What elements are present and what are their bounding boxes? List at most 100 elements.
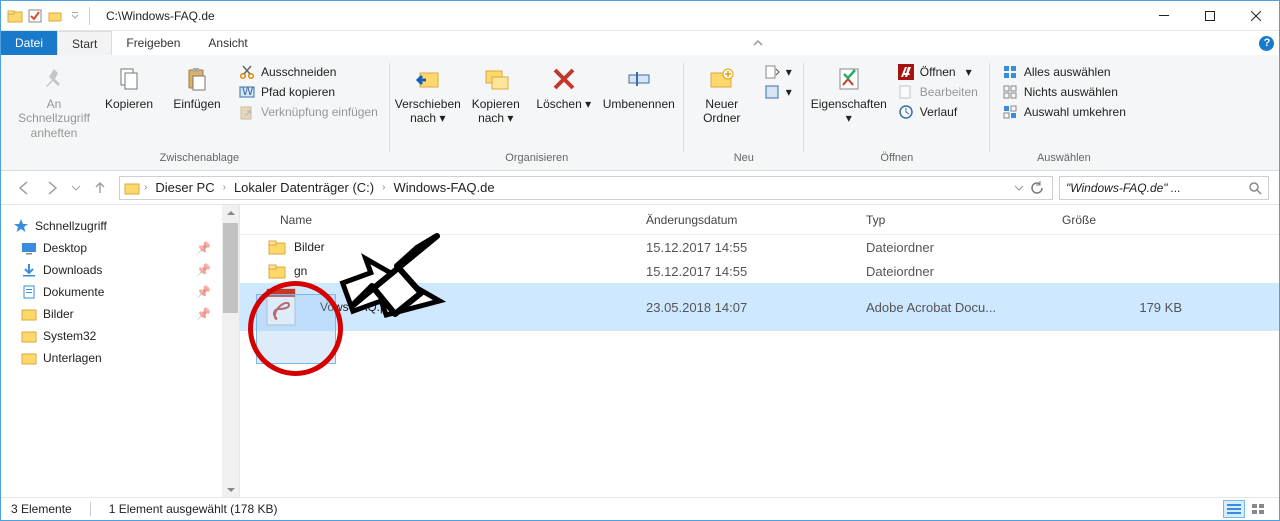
open-button[interactable]: Öffnen▾ <box>896 63 980 81</box>
pin-icon: 📌 <box>196 241 211 255</box>
newfolder-icon <box>706 63 738 95</box>
invert-selection-button[interactable]: Auswahl umkehren <box>1000 103 1128 121</box>
address-dropdown-icon[interactable] <box>1014 181 1024 195</box>
window-controls <box>1141 1 1279 31</box>
folder-icon <box>21 328 37 344</box>
details-view-button[interactable] <box>1223 500 1245 518</box>
delete-button[interactable]: Löschen ▾ <box>532 61 596 113</box>
cut-button[interactable]: Ausschneiden <box>237 63 380 81</box>
tab-start[interactable]: Start <box>57 31 112 55</box>
nav-desktop[interactable]: Desktop📌 <box>11 237 239 259</box>
col-size[interactable]: Größe <box>1052 213 1192 227</box>
copy-button[interactable]: Kopieren <box>97 61 161 113</box>
address-bar[interactable]: › Dieser PC › Lokaler Datenträger (C:) ›… <box>119 176 1053 200</box>
file-name: Bilder <box>294 240 325 254</box>
nav-unterlagen[interactable]: Unterlagen <box>11 347 239 369</box>
folder-small-icon[interactable] <box>47 8 63 24</box>
documents-icon <box>21 284 37 300</box>
nav-documents[interactable]: Dokumente📌 <box>11 281 239 303</box>
paste-button[interactable]: Einfügen <box>165 61 229 113</box>
qat-dropdown-icon[interactable] <box>67 8 83 24</box>
col-date[interactable]: Änderungsdatum <box>636 213 856 227</box>
group-clipboard: An Schnellzugriff anheften Kopieren Einf… <box>9 59 390 170</box>
properties-icon <box>833 63 865 95</box>
chevron-right-icon[interactable]: › <box>142 182 149 193</box>
copy-path-button[interactable]: WPfad kopieren <box>237 83 380 101</box>
search-input[interactable]: "Windows-FAQ.de" ... <box>1059 176 1269 200</box>
nav-arrows <box>11 179 113 197</box>
breadcrumb-item[interactable]: Dieser PC <box>151 180 218 195</box>
new-folder-button[interactable]: Neuer Ordner <box>690 61 754 128</box>
checkbox-icon[interactable] <box>27 8 43 24</box>
pin-icon: 📌 <box>196 285 211 299</box>
file-type: Dateiordner <box>856 240 1052 255</box>
copy-to-button[interactable]: Kopieren nach ▾ <box>464 61 528 128</box>
up-button[interactable] <box>91 179 109 197</box>
properties-button[interactable]: Eigenschaften ▾ <box>810 61 888 128</box>
select-all-button[interactable]: Alles auswählen <box>1000 63 1128 81</box>
ribbon-tabs: Datei Start Freigeben Ansicht ? <box>1 31 1279 55</box>
group-label-organize: Organisieren <box>505 150 568 168</box>
help-button[interactable]: ? <box>1255 31 1279 55</box>
edit-icon <box>898 84 914 100</box>
file-type: Dateiordner <box>856 264 1052 279</box>
history-button[interactable]: Verlauf <box>896 103 980 121</box>
refresh-button[interactable] <box>1030 181 1044 195</box>
easyaccess-icon <box>764 84 780 100</box>
copy-icon <box>113 63 145 95</box>
scrollbar-thumb[interactable] <box>223 223 238 313</box>
pin-quickaccess-button[interactable]: An Schnellzugriff anheften <box>15 61 93 142</box>
recent-dropdown[interactable] <box>71 179 81 197</box>
icons-view-button[interactable] <box>1247 500 1269 518</box>
file-size: 179 KB <box>1052 300 1192 315</box>
rename-button[interactable]: Umbenennen <box>600 61 678 113</box>
newitem-icon <box>764 64 780 80</box>
separator <box>89 7 90 25</box>
col-name[interactable]: Name <box>240 213 636 227</box>
group-new: Neuer Ordner ▾ ▾ Neu <box>684 59 804 170</box>
paste-shortcut-button[interactable]: Verknüpfung einfügen <box>237 103 380 121</box>
shortcut-icon <box>239 104 255 120</box>
star-icon <box>13 218 29 234</box>
address-bar-row: › Dieser PC › Lokaler Datenträger (C:) ›… <box>1 171 1279 205</box>
scissors-icon <box>239 64 255 80</box>
nav-pictures[interactable]: Bilder📌 <box>11 303 239 325</box>
file-row[interactable]: gn15.12.2017 14:55Dateiordner <box>240 259 1279 283</box>
tab-file[interactable]: Datei <box>1 31 57 55</box>
col-type[interactable]: Typ <box>856 213 1052 227</box>
group-open: Eigenschaften ▾ Öffnen▾ Bearbeiten Verla… <box>804 59 990 170</box>
forward-button[interactable] <box>43 179 61 197</box>
new-item-button[interactable]: ▾ <box>762 63 794 81</box>
column-headers: Name Änderungsdatum Typ Größe <box>240 205 1279 235</box>
move-to-button[interactable]: Verschieben nach ▾ <box>396 61 460 128</box>
quickaccess-header[interactable]: Schnellzugriff <box>11 215 239 237</box>
titlebar: C:\Windows-FAQ.de <box>1 1 1279 31</box>
file-row[interactable]: Bilder 15.12.2017 14:55Dateiordner <box>240 235 1279 259</box>
nav-scrollbar[interactable] <box>222 205 239 498</box>
tab-view[interactable]: Ansicht <box>194 31 261 55</box>
nav-downloads[interactable]: Downloads📌 <box>11 259 239 281</box>
breadcrumb-item[interactable]: Lokaler Datenträger (C:) <box>230 180 378 195</box>
close-button[interactable] <box>1233 1 1279 31</box>
adobe-icon <box>898 64 914 80</box>
nav-system32[interactable]: System32 <box>11 325 239 347</box>
minimize-button[interactable] <box>1141 1 1187 31</box>
chevron-right-icon[interactable]: › <box>221 182 228 193</box>
status-selected: 1 Element ausgewählt (178 KB) <box>109 502 278 516</box>
navigation-pane: Schnellzugriff Desktop📌 Downloads📌 Dokum… <box>1 205 240 498</box>
edit-button[interactable]: Bearbeiten <box>896 83 980 101</box>
pin-icon <box>38 63 70 95</box>
easy-access-button[interactable]: ▾ <box>762 83 794 101</box>
ribbon-collapse-icon[interactable] <box>747 31 769 55</box>
back-button[interactable] <box>15 179 33 197</box>
paste-icon <box>181 63 213 95</box>
select-none-button[interactable]: Nichts auswählen <box>1000 83 1128 101</box>
file-row[interactable]: Vows-FAQ.pdf23.05.2018 14:07Adobe Acroba… <box>240 283 1279 331</box>
maximize-button[interactable] <box>1187 1 1233 31</box>
breadcrumb-item[interactable]: Windows-FAQ.de <box>389 180 498 195</box>
file-date: 15.12.2017 14:55 <box>636 240 856 255</box>
downloads-icon <box>21 262 37 278</box>
tab-share[interactable]: Freigeben <box>112 31 194 55</box>
search-placeholder: "Windows-FAQ.de" ... <box>1066 181 1181 195</box>
chevron-right-icon[interactable]: › <box>380 182 387 193</box>
